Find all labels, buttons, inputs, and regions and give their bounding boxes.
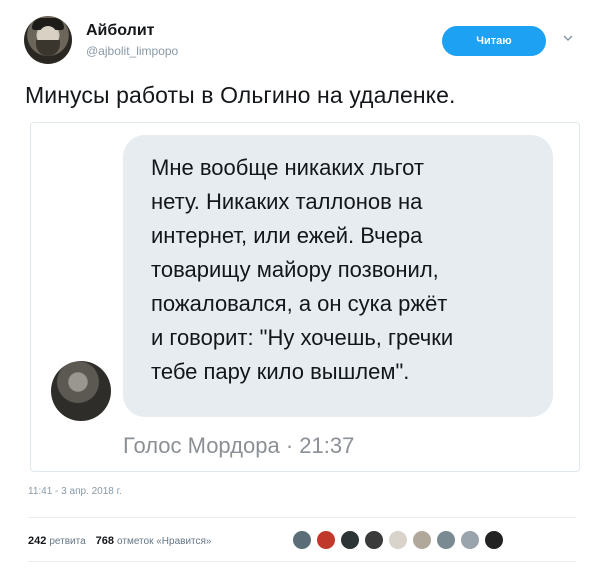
- divider: [28, 517, 576, 518]
- follow-button[interactable]: Читаю: [442, 26, 546, 56]
- sender-avatar: [51, 361, 111, 421]
- liker-avatar[interactable]: [412, 530, 432, 550]
- liker-avatar[interactable]: [292, 530, 312, 550]
- likes-count[interactable]: 768: [96, 535, 114, 547]
- tweet-text: Минусы работы в Ольгино на удаленке.: [25, 82, 456, 108]
- message-text: Мне вообще никаких льгот нету. Никаких т…: [151, 155, 454, 384]
- chevron-down-icon[interactable]: [562, 32, 574, 44]
- retweets-label[interactable]: ретвита: [49, 536, 85, 547]
- retweets-count[interactable]: 242: [28, 535, 46, 547]
- engagement-stats: 242 ретвита 768 отметок «Нравится»: [28, 531, 212, 551]
- tweet-header: Айболит @ajbolit_limpopo Читаю: [24, 16, 584, 66]
- author-name[interactable]: Айболит: [86, 22, 154, 40]
- message-bubble: Мне вообще никаких льгот нету. Никаких т…: [123, 135, 553, 417]
- liker-avatar[interactable]: [388, 530, 408, 550]
- liker-avatar[interactable]: [460, 530, 480, 550]
- sender-line: Голос Мордора · 21:37: [123, 433, 355, 458]
- author-avatar[interactable]: [24, 16, 72, 64]
- liker-avatars: [292, 530, 508, 550]
- liker-avatar[interactable]: [364, 530, 384, 550]
- beard-shape: [36, 40, 60, 56]
- liker-avatar[interactable]: [316, 530, 336, 550]
- likes-label[interactable]: отметок «Нравится»: [117, 536, 211, 547]
- tweet-timestamp[interactable]: 11:41 - 3 апр. 2018 г.: [28, 486, 122, 497]
- divider: [28, 561, 576, 562]
- embedded-image-card[interactable]: Мне вообще никаких льгот нету. Никаких т…: [30, 122, 580, 472]
- author-handle[interactable]: @ajbolit_limpopo: [86, 44, 178, 58]
- liker-avatar[interactable]: [436, 530, 456, 550]
- liker-avatar[interactable]: [340, 530, 360, 550]
- liker-avatar[interactable]: [484, 530, 504, 550]
